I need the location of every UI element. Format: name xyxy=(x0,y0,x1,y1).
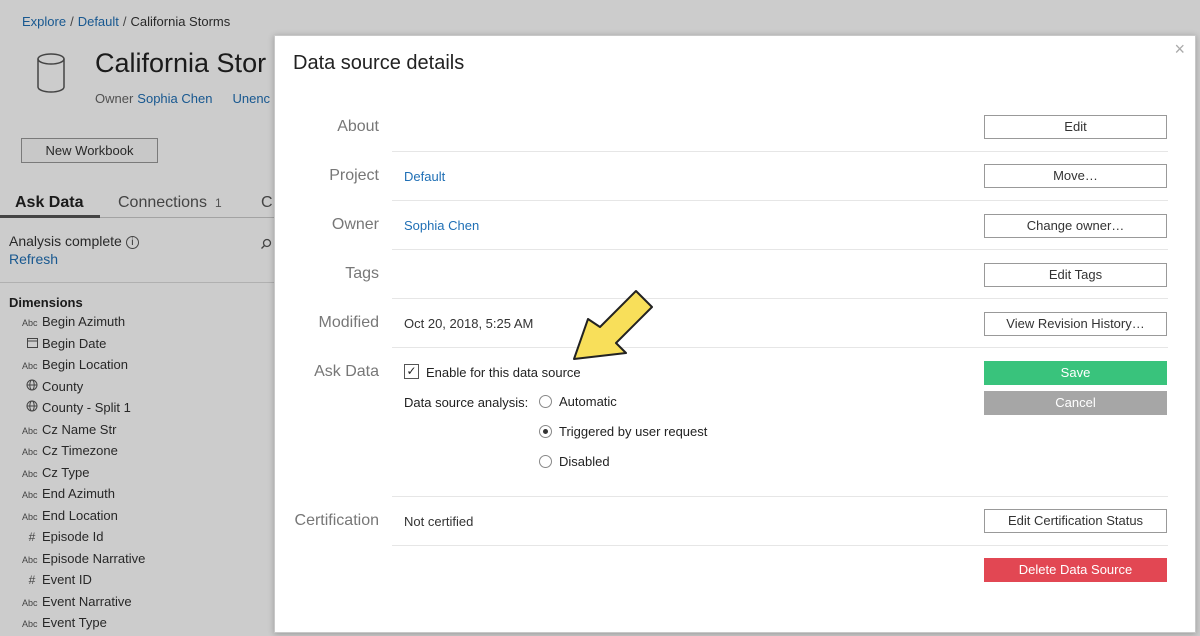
radio-automatic-label[interactable]: Automatic xyxy=(559,394,617,409)
radio-triggered-by-user[interactable] xyxy=(539,425,552,438)
ask-data-label: Ask Data xyxy=(314,363,379,380)
enable-ask-data-label[interactable]: Enable for this data source xyxy=(426,365,581,380)
enable-ask-data-checkbox[interactable]: ✓ xyxy=(404,364,419,379)
move-button[interactable]: Move… xyxy=(984,164,1167,188)
project-label: Project xyxy=(329,167,379,184)
view-revision-history-button[interactable]: View Revision History… xyxy=(984,312,1167,336)
delete-data-source-button[interactable]: Delete Data Source xyxy=(984,558,1167,582)
row-divider xyxy=(392,249,1168,250)
edit-tags-button[interactable]: Edit Tags xyxy=(984,263,1167,287)
edit-about-button[interactable]: Edit xyxy=(984,115,1167,139)
save-button[interactable]: Save xyxy=(984,361,1167,385)
row-divider xyxy=(392,200,1168,201)
owner-row-label: Owner xyxy=(331,216,379,233)
row-divider xyxy=(392,151,1168,152)
row-divider xyxy=(392,298,1168,299)
modified-date: Oct 20, 2018, 5:25 AM xyxy=(404,316,534,331)
data-source-analysis-label: Data source analysis: xyxy=(404,395,529,410)
tags-label: Tags xyxy=(345,265,379,282)
data-source-details-dialog: × Data source details About Edit Project… xyxy=(274,35,1196,633)
close-icon[interactable]: × xyxy=(1174,39,1185,60)
change-owner-button[interactable]: Change owner… xyxy=(984,214,1167,238)
radio-disabled-label[interactable]: Disabled xyxy=(559,454,610,469)
row-divider xyxy=(392,496,1168,497)
row-divider xyxy=(392,347,1168,348)
edit-certification-button[interactable]: Edit Certification Status xyxy=(984,509,1167,533)
radio-triggered-by-user-label[interactable]: Triggered by user request xyxy=(559,424,707,439)
radio-disabled[interactable] xyxy=(539,455,552,468)
radio-automatic[interactable] xyxy=(539,395,552,408)
certification-label: Certification xyxy=(294,512,379,529)
annotation-arrow-icon xyxy=(573,290,653,360)
cancel-button[interactable]: Cancel xyxy=(984,391,1167,415)
row-divider xyxy=(392,545,1168,546)
owner-name-link[interactable]: Sophia Chen xyxy=(404,218,479,233)
modified-label: Modified xyxy=(318,314,379,331)
about-label: About xyxy=(337,118,379,135)
certification-status: Not certified xyxy=(404,514,474,529)
project-link[interactable]: Default xyxy=(404,169,445,184)
dialog-title: Data source details xyxy=(293,52,465,74)
